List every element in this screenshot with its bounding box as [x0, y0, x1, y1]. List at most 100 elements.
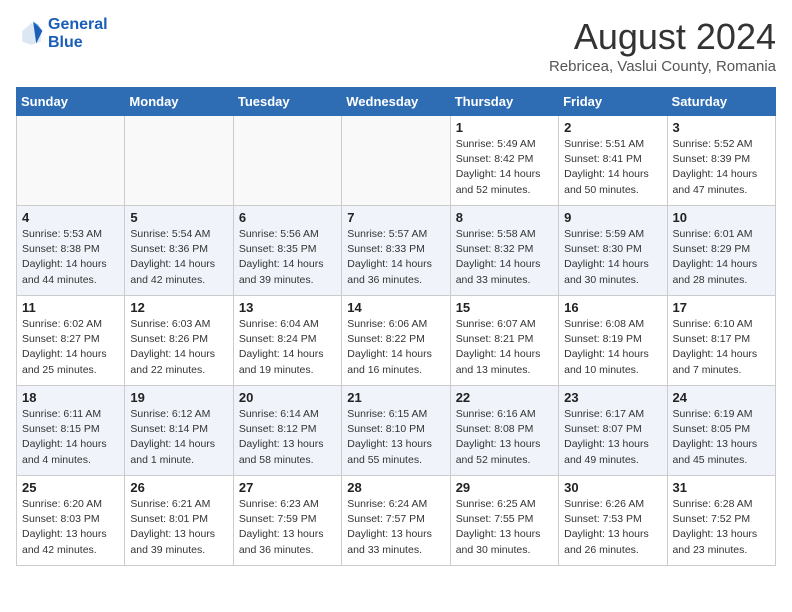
calendar-day-cell: [233, 116, 341, 206]
calendar-day-cell: 7Sunrise: 5:57 AM Sunset: 8:33 PM Daylig…: [342, 206, 450, 296]
calendar-day-cell: 8Sunrise: 5:58 AM Sunset: 8:32 PM Daylig…: [450, 206, 558, 296]
day-number: 26: [130, 480, 227, 495]
weekday-header-row: SundayMondayTuesdayWednesdayThursdayFrid…: [17, 88, 776, 116]
day-number: 2: [564, 120, 661, 135]
calendar-day-cell: 23 Sunrise: 6:17 AM Sunset: 8:07 PM Dayli…: [559, 386, 667, 476]
day-info: Sunrise: 5:49 AM Sunset: 8:42 PM Dayligh…: [456, 137, 553, 198]
day-info: Sunrise: 6:20 AM Sunset: 8:03 PM Dayligh…: [22, 497, 119, 558]
day-number: 10: [673, 210, 770, 225]
calendar-day-cell: [125, 116, 233, 206]
calendar-day-cell: 2 Sunrise: 5:51 AM Sunset: 8:41 PM Daylig…: [559, 116, 667, 206]
weekday-header-cell: Saturday: [667, 88, 775, 116]
weekday-header-cell: Thursday: [450, 88, 558, 116]
day-info: Sunrise: 6:08 AM Sunset: 8:19 PM Dayligh…: [564, 317, 661, 378]
day-info: Sunrise: 6:17 AM Sunset: 8:07 PM Dayligh…: [564, 407, 661, 468]
day-number: 5: [130, 210, 227, 225]
calendar-day-cell: 21 Sunrise: 6:15 AM Sunset: 8:10 PM Dayli…: [342, 386, 450, 476]
day-number: 1: [456, 120, 553, 135]
day-number: 3: [673, 120, 770, 135]
day-info: Sunrise: 6:26 AM Sunset: 7:53 PM Dayligh…: [564, 497, 661, 558]
calendar-day-cell: 13 Sunrise: 6:04 AM Sunset: 8:24 PM Dayli…: [233, 296, 341, 386]
day-number: 22: [456, 390, 553, 405]
day-info: Sunrise: 5:53 AM Sunset: 8:38 PM Dayligh…: [22, 227, 119, 288]
page-header: General Blue August 2024 Rebricea, Vaslu…: [16, 16, 776, 75]
day-info: Sunrise: 5:52 AM Sunset: 8:39 PM Dayligh…: [673, 137, 770, 198]
calendar-day-cell: 22 Sunrise: 6:16 AM Sunset: 8:08 PM Dayli…: [450, 386, 558, 476]
calendar-day-cell: 29Sunrise: 6:25 AM Sunset: 7:55 PM Dayli…: [450, 476, 558, 566]
calendar-day-cell: 25Sunrise: 6:20 AM Sunset: 8:03 PM Dayli…: [17, 476, 125, 566]
calendar-body: 1 Sunrise: 5:49 AM Sunset: 8:42 PM Daylig…: [17, 116, 776, 566]
calendar-day-cell: 20 Sunrise: 6:14 AM Sunset: 8:12 PM Dayli…: [233, 386, 341, 476]
logo: General Blue: [16, 16, 108, 53]
calendar-day-cell: 11 Sunrise: 6:02 AM Sunset: 8:27 PM Dayli…: [17, 296, 125, 386]
calendar-day-cell: 31 Sunrise: 6:28 AM Sunset: 7:52 PM Dayli…: [667, 476, 775, 566]
day-info: Sunrise: 6:24 AM Sunset: 7:57 PM Dayligh…: [347, 497, 444, 558]
weekday-header-cell: Wednesday: [342, 88, 450, 116]
day-number: 27: [239, 480, 336, 495]
calendar-day-cell: 15Sunrise: 6:07 AM Sunset: 8:21 PM Dayli…: [450, 296, 558, 386]
calendar-day-cell: 28 Sunrise: 6:24 AM Sunset: 7:57 PM Dayli…: [342, 476, 450, 566]
day-number: 31: [673, 480, 770, 495]
month-title: August 2024: [549, 16, 776, 58]
calendar-day-cell: 1 Sunrise: 5:49 AM Sunset: 8:42 PM Daylig…: [450, 116, 558, 206]
day-info: Sunrise: 6:06 AM Sunset: 8:22 PM Dayligh…: [347, 317, 444, 378]
day-number: 28: [347, 480, 444, 495]
day-info: Sunrise: 6:25 AM Sunset: 7:55 PM Dayligh…: [456, 497, 553, 558]
day-info: Sunrise: 6:07 AM Sunset: 8:21 PM Dayligh…: [456, 317, 553, 378]
day-info: Sunrise: 6:23 AM Sunset: 7:59 PM Dayligh…: [239, 497, 336, 558]
day-number: 11: [22, 300, 119, 315]
day-number: 17: [673, 300, 770, 315]
day-number: 20: [239, 390, 336, 405]
day-info: Sunrise: 5:56 AM Sunset: 8:35 PM Dayligh…: [239, 227, 336, 288]
day-info: Sunrise: 6:15 AM Sunset: 8:10 PM Dayligh…: [347, 407, 444, 468]
day-number: 4: [22, 210, 119, 225]
day-number: 19: [130, 390, 227, 405]
day-info: Sunrise: 6:21 AM Sunset: 8:01 PM Dayligh…: [130, 497, 227, 558]
calendar-day-cell: 19 Sunrise: 6:12 AM Sunset: 8:14 PM Dayli…: [125, 386, 233, 476]
logo-text: General Blue: [48, 16, 108, 53]
day-number: 7: [347, 210, 444, 225]
calendar-day-cell: 9 Sunrise: 5:59 AM Sunset: 8:30 PM Daylig…: [559, 206, 667, 296]
calendar-day-cell: 3 Sunrise: 5:52 AM Sunset: 8:39 PM Daylig…: [667, 116, 775, 206]
calendar-day-cell: 10Sunrise: 6:01 AM Sunset: 8:29 PM Dayli…: [667, 206, 775, 296]
weekday-header-cell: Tuesday: [233, 88, 341, 116]
location-subtitle: Rebricea, Vaslui County, Romania: [549, 58, 776, 75]
title-block: August 2024 Rebricea, Vaslui County, Rom…: [549, 16, 776, 75]
day-number: 13: [239, 300, 336, 315]
day-info: Sunrise: 6:11 AM Sunset: 8:15 PM Dayligh…: [22, 407, 119, 468]
day-number: 12: [130, 300, 227, 315]
day-info: Sunrise: 6:14 AM Sunset: 8:12 PM Dayligh…: [239, 407, 336, 468]
day-info: Sunrise: 6:16 AM Sunset: 8:08 PM Dayligh…: [456, 407, 553, 468]
calendar-day-cell: 17 Sunrise: 6:10 AM Sunset: 8:17 PM Dayli…: [667, 296, 775, 386]
day-info: Sunrise: 6:02 AM Sunset: 8:27 PM Dayligh…: [22, 317, 119, 378]
day-number: 16: [564, 300, 661, 315]
calendar-week-row: 18 Sunrise: 6:11 AM Sunset: 8:15 PM Dayli…: [17, 386, 776, 476]
weekday-header-cell: Friday: [559, 88, 667, 116]
day-number: 24: [673, 390, 770, 405]
day-number: 9: [564, 210, 661, 225]
day-number: 23: [564, 390, 661, 405]
day-info: Sunrise: 5:54 AM Sunset: 8:36 PM Dayligh…: [130, 227, 227, 288]
day-number: 14: [347, 300, 444, 315]
weekday-header-cell: Sunday: [17, 88, 125, 116]
calendar-day-cell: [17, 116, 125, 206]
calendar-day-cell: 12 Sunrise: 6:03 AM Sunset: 8:26 PM Dayli…: [125, 296, 233, 386]
day-number: 21: [347, 390, 444, 405]
calendar-day-cell: 6 Sunrise: 5:56 AM Sunset: 8:35 PM Daylig…: [233, 206, 341, 296]
calendar-week-row: 25Sunrise: 6:20 AM Sunset: 8:03 PM Dayli…: [17, 476, 776, 566]
day-info: Sunrise: 6:04 AM Sunset: 8:24 PM Dayligh…: [239, 317, 336, 378]
day-number: 6: [239, 210, 336, 225]
calendar-day-cell: 16 Sunrise: 6:08 AM Sunset: 8:19 PM Dayli…: [559, 296, 667, 386]
calendar-day-cell: 30Sunrise: 6:26 AM Sunset: 7:53 PM Dayli…: [559, 476, 667, 566]
day-info: Sunrise: 5:51 AM Sunset: 8:41 PM Dayligh…: [564, 137, 661, 198]
day-number: 18: [22, 390, 119, 405]
day-info: Sunrise: 6:28 AM Sunset: 7:52 PM Dayligh…: [673, 497, 770, 558]
day-info: Sunrise: 5:59 AM Sunset: 8:30 PM Dayligh…: [564, 227, 661, 288]
calendar-week-row: 4 Sunrise: 5:53 AM Sunset: 8:38 PM Daylig…: [17, 206, 776, 296]
day-info: Sunrise: 6:10 AM Sunset: 8:17 PM Dayligh…: [673, 317, 770, 378]
calendar-day-cell: 4 Sunrise: 5:53 AM Sunset: 8:38 PM Daylig…: [17, 206, 125, 296]
logo-icon: [16, 20, 44, 48]
calendar-day-cell: 14 Sunrise: 6:06 AM Sunset: 8:22 PM Dayli…: [342, 296, 450, 386]
day-info: Sunrise: 6:12 AM Sunset: 8:14 PM Dayligh…: [130, 407, 227, 468]
day-info: Sunrise: 6:03 AM Sunset: 8:26 PM Dayligh…: [130, 317, 227, 378]
